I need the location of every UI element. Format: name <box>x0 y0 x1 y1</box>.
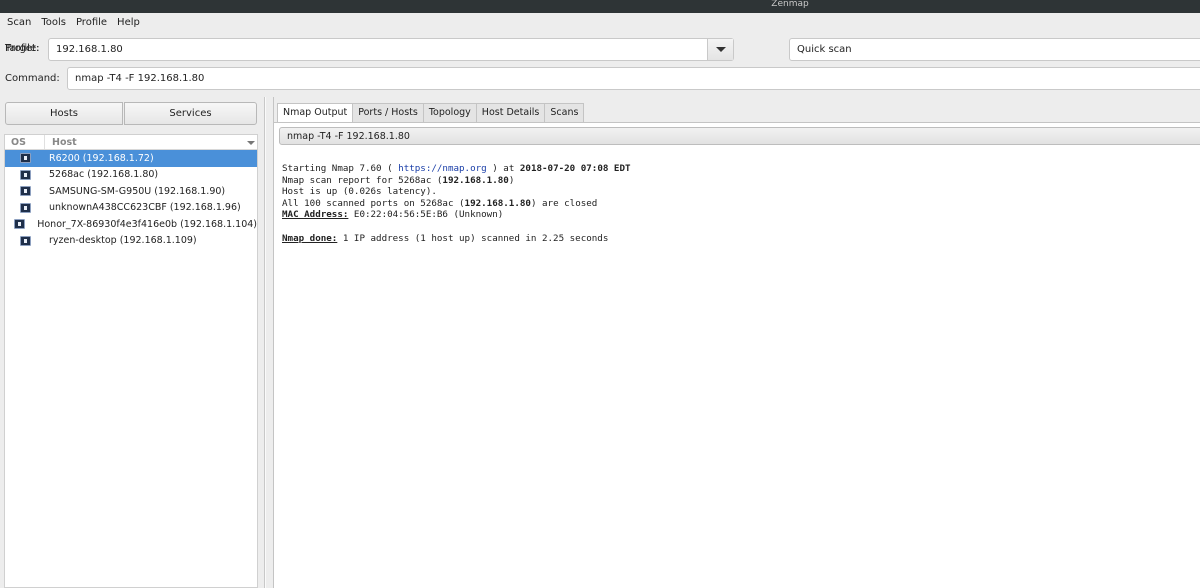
host-row[interactable]: Honor_7X-86930f4e3f416e0b (192.168.1.104… <box>5 216 257 233</box>
host-row[interactable]: SAMSUNG-SM-G950U (192.168.1.90) <box>5 183 257 200</box>
target-row: Target: 192.168.1.80 Profile: Quick scan <box>0 37 1200 61</box>
output-ip: 192.168.1.80 <box>465 198 531 209</box>
output-text: ) are closed <box>531 198 597 209</box>
sort-arrow-icon <box>247 141 255 145</box>
tab-host-details[interactable]: Host Details <box>476 103 546 122</box>
output-text: Nmap scan report for 5268ac ( <box>282 175 442 186</box>
nmap-output-panel: nmap -T4 -F 192.168.1.80 Starting Nmap 7… <box>274 122 1200 588</box>
output-label: MAC Address: <box>282 209 348 220</box>
host-row[interactable]: 5268ac (192.168.1.80) <box>5 167 257 184</box>
menu-profile[interactable]: Profile <box>71 13 112 33</box>
command-input[interactable]: nmap -T4 -F 192.168.1.80 <box>67 67 1200 90</box>
output-line-ports: All 100 scanned ports on 5268ac (192.168… <box>282 198 597 209</box>
output-line-done: Nmap done: 1 IP address (1 host up) scan… <box>282 233 608 244</box>
tab-topology[interactable]: Topology <box>423 103 477 122</box>
host-row[interactable]: unknownA438CC623CBF (192.168.1.96) <box>5 200 257 217</box>
services-button[interactable]: Services <box>124 102 257 125</box>
nmap-output-text[interactable]: Starting Nmap 7.60 ( https://nmap.org ) … <box>282 163 631 244</box>
host-name: R6200 (192.168.1.72) <box>45 153 154 164</box>
output-line-start: Starting Nmap 7.60 ( https://nmap.org ) … <box>282 163 631 174</box>
os-icon <box>20 153 31 163</box>
output-date: 2018-07-20 07:08 EDT <box>520 163 631 174</box>
menu-help[interactable]: Help <box>112 13 145 33</box>
menu-bar: Scan Tools Profile Help <box>0 13 1200 33</box>
output-text: Starting Nmap 7.60 ( <box>282 163 398 174</box>
target-combo[interactable]: 192.168.1.80 <box>48 38 734 61</box>
column-header-host[interactable]: Host <box>45 135 257 149</box>
output-ip: 192.168.1.80 <box>442 175 508 186</box>
nmap-link[interactable]: https://nmap.org <box>398 163 487 174</box>
output-text: 1 IP address (1 host up) scanned in 2.25… <box>337 233 608 244</box>
command-row: Command: nmap -T4 -F 192.168.1.80 <box>0 66 1200 90</box>
menu-scan[interactable]: Scan <box>2 13 36 33</box>
host-name: 5268ac (192.168.1.80) <box>45 169 158 180</box>
host-name: Honor_7X-86930f4e3f416e0b (192.168.1.104… <box>33 219 257 230</box>
pane-splitter[interactable] <box>264 97 266 588</box>
output-text: ) <box>509 175 515 186</box>
output-text: E0:22:04:56:5E:B6 (Unknown) <box>348 209 503 220</box>
hosts-button[interactable]: Hosts <box>5 102 123 125</box>
menu-tools[interactable]: Tools <box>36 13 71 33</box>
output-line-hostup: Host is up (0.026s latency). <box>282 186 437 197</box>
results-tabs: Nmap Output Ports / Hosts Topology Host … <box>277 103 583 122</box>
title-bar: Zenmap <box>0 0 1200 13</box>
output-text: ) at <box>487 163 520 174</box>
host-name: unknownA438CC623CBF (192.168.1.96) <box>45 202 241 213</box>
os-icon <box>14 219 25 229</box>
target-input[interactable]: 192.168.1.80 <box>49 39 707 60</box>
os-icon <box>20 170 31 180</box>
os-icon <box>20 236 31 246</box>
profile-combo[interactable]: Quick scan <box>789 38 1200 61</box>
output-label: Nmap done: <box>282 233 337 244</box>
os-icon <box>20 203 31 213</box>
host-row[interactable]: R6200 (192.168.1.72) <box>5 150 257 167</box>
target-dropdown-button[interactable] <box>707 39 733 60</box>
window-title: Zenmap <box>771 0 808 9</box>
tab-nmap-output[interactable]: Nmap Output <box>277 103 353 123</box>
column-header-host-label: Host <box>52 137 77 148</box>
host-list-header: OS Host <box>5 135 257 150</box>
host-row[interactable]: ryzen-desktop (192.168.1.109) <box>5 233 257 250</box>
output-text: All 100 scanned ports on 5268ac ( <box>282 198 465 209</box>
chevron-down-icon <box>716 47 726 52</box>
tab-scans[interactable]: Scans <box>544 103 584 122</box>
tab-ports-hosts[interactable]: Ports / Hosts <box>352 103 424 122</box>
host-name: SAMSUNG-SM-G950U (192.168.1.90) <box>45 186 225 197</box>
host-name: ryzen-desktop (192.168.1.109) <box>45 235 197 246</box>
command-label: Command: <box>5 73 60 84</box>
profile-label: Profile: <box>5 43 39 54</box>
column-header-os[interactable]: OS <box>5 135 45 149</box>
output-line-mac: MAC Address: E0:22:04:56:5E:B6 (Unknown) <box>282 209 503 220</box>
results-pane: Nmap Output Ports / Hosts Topology Host … <box>273 97 1200 588</box>
output-command-select[interactable]: nmap -T4 -F 192.168.1.80 <box>279 127 1200 145</box>
os-icon <box>20 186 31 196</box>
host-list[interactable]: OS Host R6200 (192.168.1.72) 5268ac (192… <box>4 134 258 588</box>
output-line-report: Nmap scan report for 5268ac (192.168.1.8… <box>282 175 514 186</box>
